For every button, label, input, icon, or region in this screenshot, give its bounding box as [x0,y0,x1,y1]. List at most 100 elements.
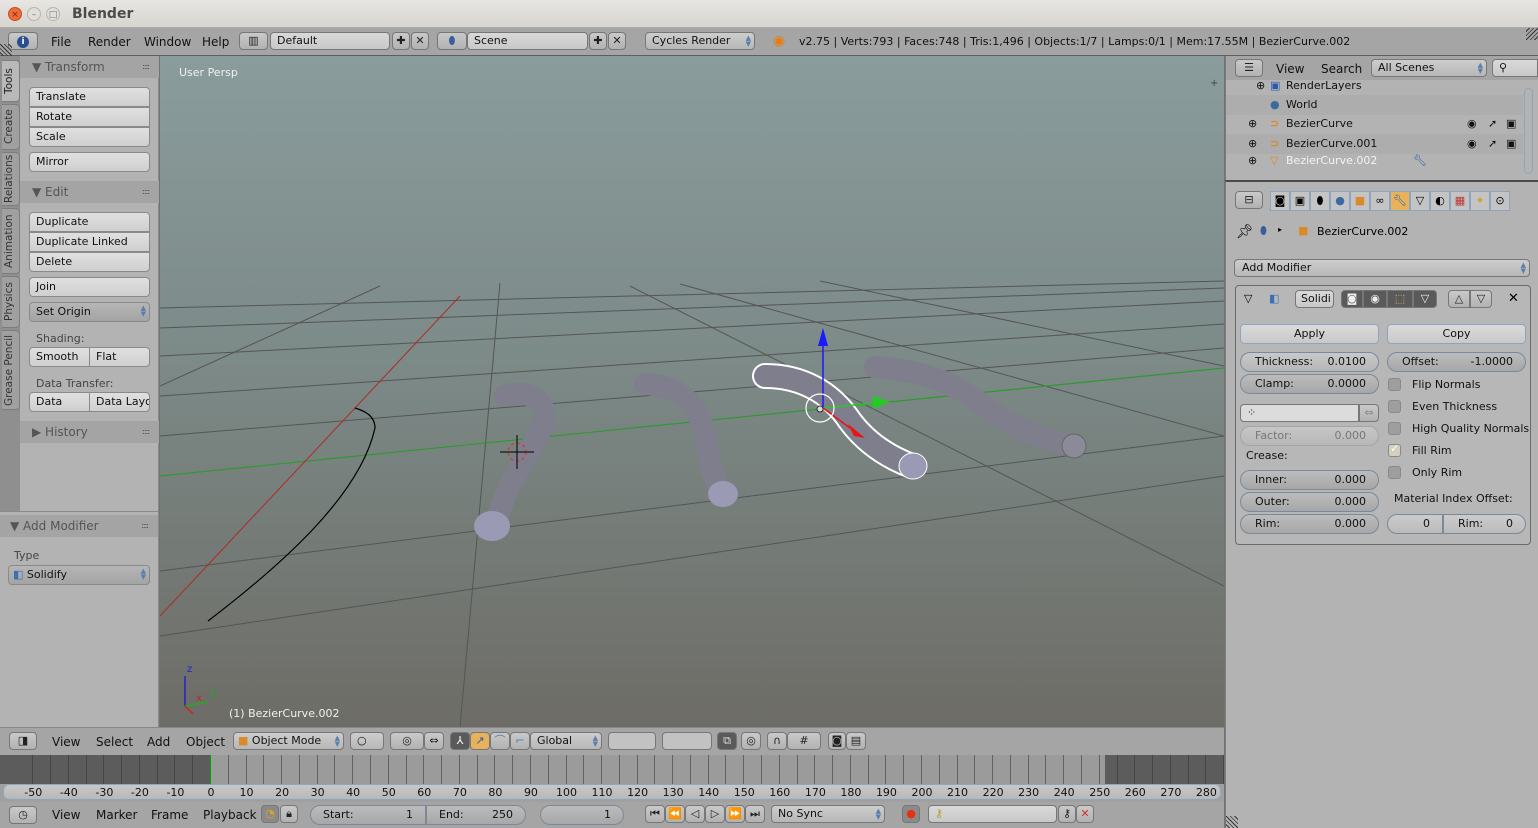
apply-button[interactable]: Apply [1240,324,1379,344]
expand-icon[interactable]: ⊕ [1248,154,1257,168]
expand-icon[interactable]: ⊕ [1248,134,1257,154]
scale-button[interactable]: Scale [29,127,150,147]
menu-playback[interactable]: Playback [203,808,257,822]
manipulator-toggle[interactable]: ⅄ [450,732,470,750]
visibility-eye-icon[interactable]: ◉ [1467,134,1477,154]
mode-dropdown[interactable]: ■ Object Mode ▲ ▼ [233,732,344,750]
window-minimize-button[interactable]: – [27,7,41,21]
jump-to-end-button[interactable]: ⏭ [745,805,765,823]
select-cursor-icon[interactable]: ➚ [1488,114,1497,134]
realtime-toggle[interactable]: ◉ [1363,290,1387,308]
editor-type-button[interactable]: i [8,32,38,50]
drag-grip-icon[interactable]: :::: [141,515,149,537]
high-quality-normals-checkbox[interactable] [1388,422,1401,435]
join-button[interactable]: Join [29,277,150,297]
scale-manipulator-toggle[interactable]: ⌐ [510,732,530,750]
delete-button[interactable]: Delete [29,252,150,272]
tube-object[interactable] [864,356,1087,459]
remove-layout-button[interactable]: ✕ [411,32,429,50]
tube-object[interactable] [474,382,556,541]
tube-object[interactable] [634,373,738,507]
menu-object[interactable]: Object [186,735,225,749]
crease-inner-field[interactable]: Inner: 0.000 [1240,470,1379,490]
jump-to-start-button[interactable]: ⏮ [645,805,665,823]
tab-material[interactable]: ◐ [1430,191,1450,211]
delete-keyframe-button[interactable]: ✕ [1076,805,1094,823]
tab-physics[interactable]: ⊙ [1490,191,1510,211]
vertex-group-field[interactable]: ⁘ [1240,404,1359,422]
crease-outer-field[interactable]: Outer: 0.000 [1240,492,1379,512]
tab-render-layers[interactable]: ▣ [1290,191,1310,211]
menu-file[interactable]: File [51,35,71,49]
menu-window[interactable]: Window [144,35,191,49]
editor-type-button[interactable]: ☰ [1235,59,1263,77]
tab-render[interactable]: ◙ [1270,191,1290,211]
menu-frame[interactable]: Frame [151,808,188,822]
rotate-button[interactable]: Rotate [29,107,150,127]
tab-particles[interactable]: ✦ [1470,191,1490,211]
tab-relations[interactable]: Relations [2,152,20,206]
collapse-toggle-icon[interactable]: ▽ [1244,292,1252,305]
snap-toggle[interactable]: ∩ [767,732,787,750]
menu-help[interactable]: Help [202,35,229,49]
tab-scene[interactable]: ⬮ [1310,191,1330,211]
shade-smooth-button[interactable]: Smooth [29,347,90,367]
fill-rim-checkbox[interactable] [1388,442,1401,457]
timeline-track[interactable] [0,755,1225,784]
drag-grip-icon[interactable]: :::: [142,181,150,203]
lock-time-cursor-toggle[interactable]: 🔒︎ [280,805,298,823]
screen-layout-field[interactable]: Default [270,32,390,50]
only-rim-checkbox[interactable] [1388,466,1401,479]
set-origin-dropdown[interactable]: Set Origin ▲ ▼ [29,302,150,322]
add-layout-button[interactable]: ✚ [392,32,410,50]
menu-render[interactable]: Render [88,35,131,49]
display-mode-dropdown[interactable]: All Scenes ▲ ▼ [1371,59,1487,77]
tab-grease-pencil[interactable]: Grease Pencil [2,330,20,410]
flip-normals-checkbox[interactable] [1388,378,1401,391]
material-offset-field[interactable]: 0 [1387,514,1443,534]
history-panel-header[interactable]: ▶ History:::: [20,421,159,443]
manipulator-center-toggle[interactable]: ⇔ [424,732,444,750]
play-button[interactable]: ▷ [705,805,725,823]
tab-animation[interactable]: Animation [2,208,20,274]
play-reverse-button[interactable]: ◁ [685,805,705,823]
editor-type-button[interactable]: ◨ [9,732,37,750]
edit-panel-header[interactable]: ▼ Edit:::: [20,181,159,203]
frame-ruler[interactable]: -50 -40 -30 -20 -10 0 10 20 30 40 50 60 70 80 90 100 110… [3,784,1221,800]
opengl-render-animation-button[interactable]: ▤ [846,732,866,750]
editor-type-button[interactable]: ◷ [9,806,37,824]
add-scene-button[interactable]: ✚ [589,32,607,50]
menu-search[interactable]: Search [1321,62,1362,76]
scene-layers-grid-2[interactable] [662,732,712,750]
even-thickness-checkbox[interactable] [1388,400,1401,413]
window-close-button[interactable]: × [8,7,22,21]
render-engine-dropdown[interactable]: Cycles Render ▲ ▼ [645,32,755,50]
snap-element-dropdown[interactable]: # [787,732,821,750]
duplicate-button[interactable]: Duplicate [29,212,150,232]
proportional-edit-toggle[interactable]: ◎ [741,732,761,750]
tab-texture[interactable]: ▦ [1450,191,1470,211]
tab-modifiers[interactable]: 🔧︎ [1390,191,1410,211]
translate-button[interactable]: Translate [29,87,150,107]
on-cage-toggle[interactable]: ▽ [1413,290,1437,308]
select-cursor-icon[interactable]: ➚ [1488,134,1497,154]
end-frame-field[interactable]: End: 250 [426,805,526,825]
offset-field[interactable]: Offset: -1.0000 [1387,352,1526,372]
insert-keyframe-button[interactable]: ⚷ [1058,805,1076,823]
render-toggle[interactable]: ◙ [1341,290,1363,308]
menu-select[interactable]: Select [96,735,133,749]
lock-layers-toggle[interactable]: ⧉ [717,732,737,750]
tab-physics[interactable]: Physics [2,276,20,328]
outliner-scrollbar[interactable] [1524,88,1533,174]
start-frame-field[interactable]: Start: 1 [310,805,426,825]
outliner-search-input[interactable]: ⚲ [1492,59,1538,77]
3d-viewport[interactable]: User Persp z y x (1) BezierCurve.002 + [160,56,1224,727]
area-resize-handle[interactable] [1526,28,1538,40]
pivot-point-dropdown[interactable]: ◎ [390,732,424,750]
outliner-row[interactable]: ⊕ ▣ RenderLayers [1226,76,1523,96]
editmode-toggle[interactable]: ⬚ [1387,290,1413,308]
outliner-row[interactable]: ⊕ ▽ BezierCurve.002 🔧︎ [1226,154,1523,168]
modifier-name-field[interactable]: Solidi [1295,290,1334,308]
menu-view[interactable]: View [52,735,80,749]
tab-data[interactable]: ▽ [1410,191,1430,211]
